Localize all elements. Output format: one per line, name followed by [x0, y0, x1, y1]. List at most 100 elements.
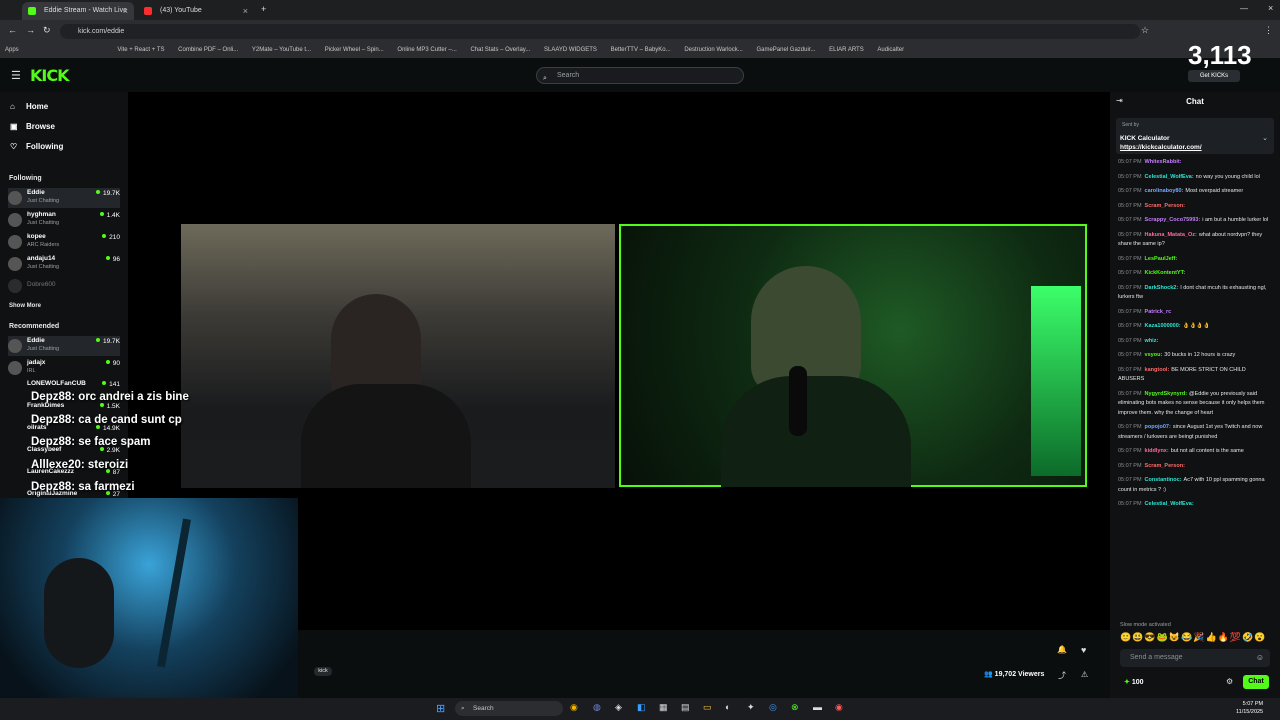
close-window-icon[interactable]: × [1268, 3, 1273, 13]
chat-messages: 05:07 PM WhitexRabbit: 05:07 PM Celestial_W… [1118, 158, 1270, 628]
chat-username[interactable]: NygyrdSkynyrd: [1145, 391, 1188, 397]
chat-username[interactable]: Celestial_WolfEva: [1145, 501, 1194, 507]
channel-item[interactable]: Eddie Just Chatting 19.7K [8, 188, 120, 208]
channel-item[interactable]: andaju14 Just Chatting 96 [8, 254, 120, 274]
bookmark-item[interactable]: Vite + React + TS [117, 42, 164, 58]
avatar [8, 339, 22, 353]
chat-username[interactable]: kiddlynx: [1145, 448, 1169, 454]
emote-bar[interactable]: 🙂😃😎🐸😺😂🎉👍🔥💯🤣😮 [1120, 632, 1272, 644]
bookmark-item[interactable]: Audicalter [877, 42, 904, 58]
bookmark-item[interactable]: Y2Mate – YouTube t... [252, 42, 311, 58]
chat-username[interactable]: whiz: [1145, 338, 1159, 344]
discord-icon[interactable]: ◍ [593, 702, 601, 713]
file-explorer-icon[interactable]: ▭ [703, 702, 712, 713]
pinned-link[interactable]: https://kickcalculator.com/ [1120, 144, 1202, 151]
chat-username[interactable]: Scrappy_Coco75993: [1145, 217, 1201, 223]
streamer-silhouette [44, 558, 114, 668]
system-clock[interactable]: 5:07 PM 11/15/2025 [1236, 700, 1263, 716]
chat-username[interactable]: Scram_Person: [1145, 463, 1185, 469]
chat-username[interactable]: Celestial_WolfEva: [1145, 174, 1194, 180]
chat-message-input[interactable]: Send a message ☺ [1120, 649, 1270, 667]
channel-item[interactable]: jadajx IRL 90 [8, 358, 120, 378]
kick-logo[interactable]: KICK [30, 66, 69, 85]
app-icon[interactable]: ◐ [725, 702, 730, 712]
stream-tag[interactable]: kick [314, 667, 332, 676]
app-icon[interactable]: ◎ [769, 702, 777, 713]
chat-settings-gear-icon[interactable]: ⚙ [1226, 677, 1233, 686]
avatar [8, 191, 22, 205]
points-icon: ✦ [1124, 679, 1132, 686]
chat-username[interactable]: Patrick_rc [1145, 309, 1172, 315]
chat-username[interactable]: Constantinoc: [1145, 477, 1182, 483]
chat-username[interactable]: KickKontentYT: [1145, 270, 1186, 276]
tab-eddie-stream[interactable]: Eddie Stream - Watch Live × [22, 2, 134, 20]
menu-dots-icon[interactable]: ⋮ [1264, 25, 1273, 36]
bookmark-item[interactable]: Destruction Warlock... [684, 42, 742, 58]
pinned-message[interactable]: Sent by KICK Calculator https://kickcalc… [1116, 118, 1274, 154]
overlay-chat-line: Depz88: orc andrei a zis bine [31, 391, 189, 403]
share-icon[interactable]: ⤴ [1058, 670, 1066, 681]
xbox-icon[interactable]: ⊗ [791, 702, 799, 713]
send-chat-button[interactable]: Chat [1243, 675, 1269, 689]
minimize-icon[interactable]: — [1240, 4, 1248, 13]
taskbar-search[interactable]: ⌕ Search [455, 701, 563, 716]
show-more-link[interactable]: Show More [9, 303, 41, 309]
close-tab-icon[interactable]: × [243, 2, 248, 20]
heart-follow-icon[interactable]: ♥ [1081, 645, 1086, 655]
channel-item-offline[interactable]: Dobre600 [8, 276, 120, 296]
chat-username[interactable]: Scram_Person: [1145, 203, 1185, 209]
channel-item[interactable]: kopee ARC Raiders 210 [8, 232, 120, 252]
get-kicks-button[interactable]: Get KICKs [1188, 70, 1240, 82]
app-icon[interactable]: ▦ [659, 702, 668, 713]
bookmark-item[interactable]: Chat Stats – Overlay... [470, 42, 530, 58]
chat-text: but not all content is the same [1170, 448, 1244, 454]
search-input[interactable]: ⌕ Search [536, 67, 744, 84]
bookmark-item[interactable]: Combine PDF – Onli... [178, 42, 238, 58]
bookmark-item[interactable]: SLAAYD WIDGETS [544, 42, 597, 58]
channel-viewers: 96 [106, 256, 120, 263]
chrome-icon[interactable]: ◉ [570, 702, 578, 713]
nav-home[interactable]: ⌂ Home [10, 102, 48, 111]
chat-username[interactable]: kangtool: [1145, 367, 1170, 373]
chat-username[interactable]: DarkShock2: [1145, 285, 1179, 291]
bookmark-item[interactable]: ELIAR ARTS [829, 42, 864, 58]
chat-username[interactable]: vsyou: [1145, 352, 1163, 358]
chat-username[interactable]: Kaza1000000: [1145, 323, 1181, 329]
new-tab-icon[interactable]: + [261, 4, 266, 14]
emoji-picker-icon[interactable]: ☺ [1256, 649, 1264, 667]
bookmark-item[interactable]: BetterTTV – BabyKo... [611, 42, 671, 58]
report-icon[interactable]: ⚠ [1081, 670, 1088, 679]
nav-following[interactable]: ♡ Following [10, 142, 63, 151]
chat-username[interactable]: LesPaulJeff: [1145, 256, 1178, 262]
app-icon[interactable]: ✦ [747, 702, 755, 713]
channel-item[interactable]: Eddie Just Chatting 19.7K [8, 336, 120, 356]
notification-bell-icon[interactable]: 🔔 [1057, 645, 1067, 654]
url-field[interactable]: kick.com/eddie [60, 24, 1140, 39]
channel-item[interactable]: hyghman Just Chatting 1.4K [8, 210, 120, 230]
vscode-icon[interactable]: ◧ [637, 702, 646, 713]
tab-youtube[interactable]: (43) YouTube × [138, 2, 254, 20]
chat-text: no way you young child lol [1195, 173, 1260, 180]
bookmark-star-icon[interactable]: ☆ [1141, 25, 1149, 36]
bookmark-item[interactable]: GamePanel Gazduir... [756, 42, 815, 58]
calculator-icon[interactable]: ▤ [681, 702, 690, 713]
channel-points[interactable]: ✦ 100 [1124, 678, 1144, 686]
bookmark-item[interactable]: Online MP3 Cutter –... [397, 42, 456, 58]
chat-username[interactable]: WhitexRabbit: [1145, 159, 1182, 165]
bookmark-item[interactable]: Picker Wheel – Spin... [325, 42, 384, 58]
nav-browse[interactable]: ▣ Browse [10, 122, 55, 131]
app-icon[interactable]: ◉ [835, 702, 843, 713]
steam-icon[interactable]: ◈ [615, 702, 622, 713]
reload-icon[interactable]: ↻ [43, 25, 51, 36]
forward-icon[interactable]: → [26, 25, 35, 35]
chat-username[interactable]: popojo07: [1145, 424, 1171, 430]
bookmark-item[interactable]: Apps [5, 42, 19, 58]
back-icon[interactable]: ← [8, 25, 17, 35]
hamburger-menu-icon[interactable]: ☰ [11, 69, 21, 82]
chat-username[interactable]: Hakuna_Matata_Oz: [1145, 232, 1197, 238]
chat-username[interactable]: carolinaboy80: [1145, 188, 1184, 194]
windows-start-icon[interactable]: ⊞ [436, 702, 445, 715]
app-icon[interactable]: ▬ [813, 702, 822, 712]
chevron-down-icon[interactable]: ⌄ [1262, 134, 1268, 142]
close-tab-icon[interactable]: × [123, 2, 128, 20]
